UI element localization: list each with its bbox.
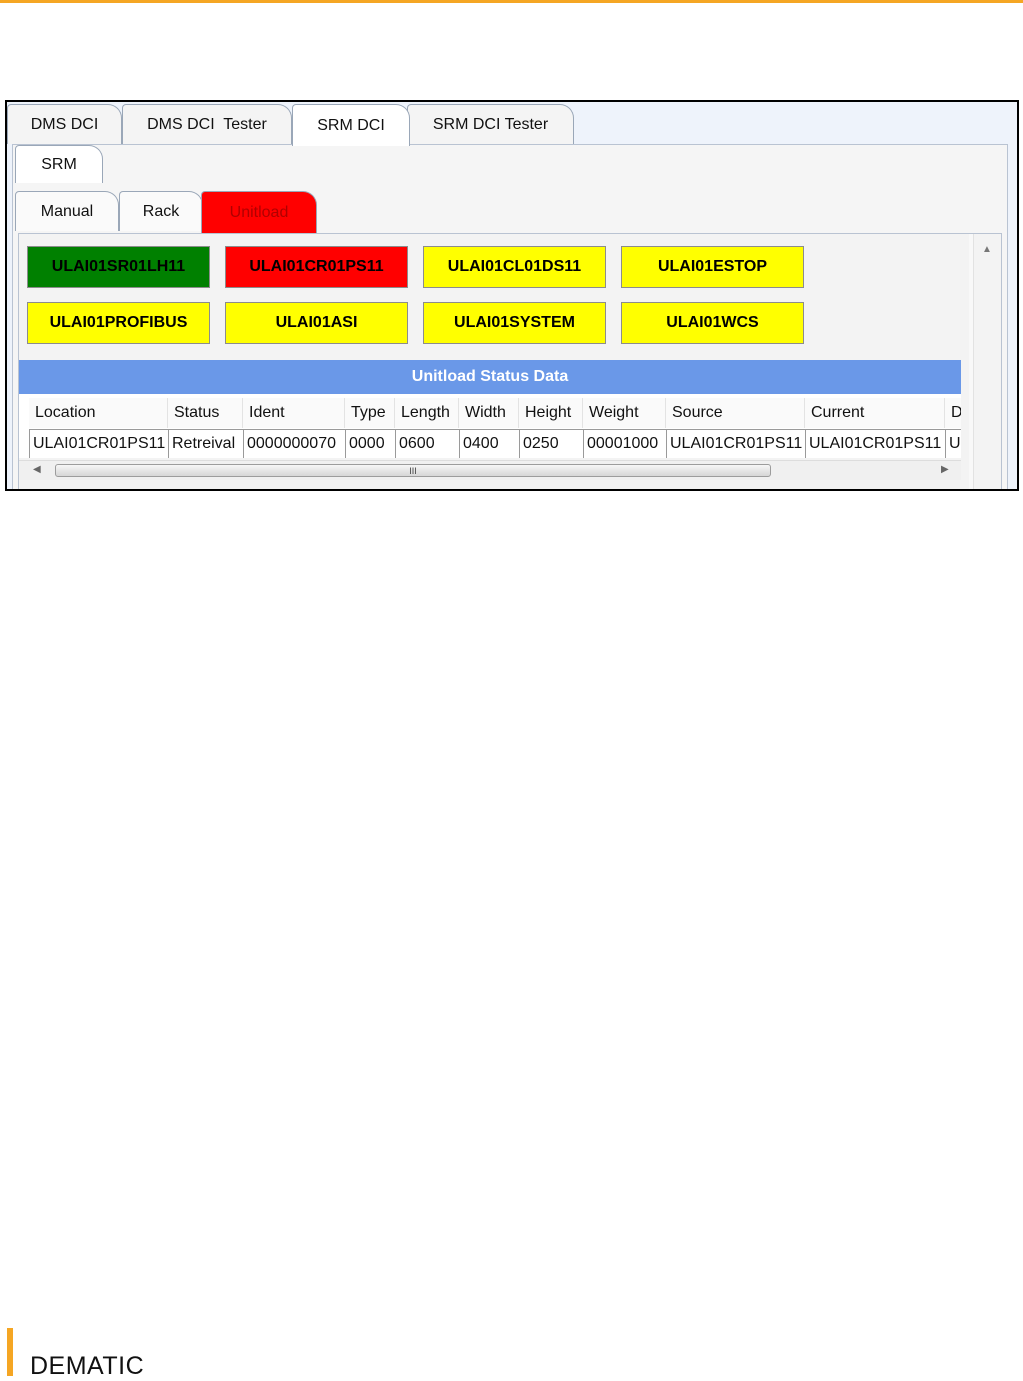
tab-dms-dci[interactable]: DMS DCI	[7, 104, 122, 144]
column-header-source[interactable]: Source	[666, 398, 805, 428]
cell-height: 0250	[519, 429, 583, 458]
status-button-ulai01wcs[interactable]: ULAI01WCS	[621, 302, 804, 344]
cell-ident: 0000000070	[243, 429, 345, 458]
tab-dms-dci-tester[interactable]: DMS DCI Tester	[122, 104, 292, 144]
tab-srm[interactable]: SRM	[15, 145, 103, 183]
tab-label: DMS DCI Tester	[147, 115, 267, 133]
tab-unitload[interactable]: Unitload	[201, 191, 317, 233]
cell-source: ULAI01CR01PS11	[666, 429, 805, 458]
status-button-label: ULAI01ESTOP	[657, 258, 768, 275]
unitload-panel: ULAI01SR01LH11 ULAI01CR01PS11 ULAI01CL01…	[18, 233, 1002, 489]
brand-logo-text: DEMATIC	[30, 1352, 145, 1380]
tab-rack[interactable]: Rack	[119, 191, 203, 231]
status-button-ulai01asi[interactable]: ULAI01ASI	[225, 302, 408, 344]
column-header-length[interactable]: Length	[395, 398, 459, 428]
tab-label: Unitload	[229, 203, 289, 221]
cell-current: ULAI01CR01PS11	[805, 429, 945, 458]
tab-label: SRM	[41, 155, 77, 173]
column-header-height[interactable]: Height	[519, 398, 583, 428]
tab-label: DMS DCI	[30, 115, 99, 133]
srm-dci-panel: SRM Manual Rack Unitload ULAI01SR01LH11 …	[12, 144, 1008, 489]
column-header-type[interactable]: Type	[345, 398, 395, 428]
status-button-ulai01cr01ps11[interactable]: ULAI01CR01PS11	[225, 246, 408, 288]
table-row[interactable]: ULAI01CR01PS11 Retreival 0000000070 0000…	[29, 429, 961, 458]
tab-label: Rack	[142, 202, 180, 220]
status-button-ulai01estop[interactable]: ULAI01ESTOP	[621, 246, 804, 288]
unitload-status-grid: Location Status Ident Type Length Width …	[19, 394, 961, 458]
status-button-ulai01cl01ds11[interactable]: ULAI01CL01DS11	[423, 246, 606, 288]
status-button-label: ULAI01CL01DS11	[447, 258, 582, 275]
cell-status: Retreival	[168, 429, 243, 458]
status-button-ulai01sr01lh11[interactable]: ULAI01SR01LH11	[27, 246, 210, 288]
tab-srm-dci[interactable]: SRM DCI	[292, 104, 410, 146]
tab-manual[interactable]: Manual	[15, 191, 119, 231]
tab-label: SRM DCI	[317, 116, 385, 134]
column-header-status[interactable]: Status	[168, 398, 243, 428]
column-header-location[interactable]: Location	[29, 398, 168, 428]
grid-header-row: Location Status Ident Type Length Width …	[29, 398, 961, 428]
status-button-label: ULAI01SR01LH11	[51, 258, 186, 275]
vertical-scrollbar[interactable]: ▲	[973, 234, 1001, 489]
scroll-left-icon[interactable]: ◀	[33, 464, 41, 475]
status-button-ulai01system[interactable]: ULAI01SYSTEM	[423, 302, 606, 344]
status-button-label: ULAI01SYSTEM	[454, 314, 575, 331]
status-button-label: ULAI01WCS	[666, 314, 759, 331]
unitload-content: ULAI01SR01LH11 ULAI01CR01PS11 ULAI01CL01…	[19, 234, 969, 489]
column-header-weight[interactable]: Weight	[583, 398, 666, 428]
column-header-width[interactable]: Width	[459, 398, 519, 428]
footer-accent-bar	[7, 1328, 13, 1376]
status-button-ulai01profibus[interactable]: ULAI01PROFIBUS	[27, 302, 210, 344]
grid-title: Unitload Status Data	[19, 360, 961, 394]
column-header-ident[interactable]: Ident	[243, 398, 345, 428]
cell-location: ULAI01CR01PS11	[29, 429, 168, 458]
tab-label: Manual	[40, 202, 94, 220]
scroll-thumb-grip: III	[409, 465, 417, 476]
column-header-d[interactable]: D	[945, 398, 961, 428]
scroll-right-icon[interactable]: ▶	[941, 464, 949, 475]
cell-type: 0000	[345, 429, 395, 458]
cell-weight: 00001000	[583, 429, 666, 458]
status-button-label: ULAI01ASI	[275, 314, 358, 331]
horizontal-scrollbar[interactable]: ◀ III ▶	[19, 460, 961, 480]
top-accent-rule	[0, 0, 1023, 3]
scroll-up-icon[interactable]: ▲	[982, 244, 992, 255]
cell-width: 0400	[459, 429, 519, 458]
column-header-current[interactable]: Current	[805, 398, 945, 428]
scroll-thumb[interactable]: III	[55, 464, 771, 477]
cell-d: U	[945, 429, 961, 458]
tab-label: SRM DCI Tester	[432, 115, 549, 133]
status-button-label: ULAI01CR01PS11	[249, 258, 384, 275]
tab-srm-dci-tester[interactable]: SRM DCI Tester	[407, 104, 574, 144]
cell-length: 0600	[395, 429, 459, 458]
status-button-label: ULAI01PROFIBUS	[49, 314, 188, 331]
application-window: DMS DCI DMS DCI Tester SRM DCI SRM DCI T…	[5, 100, 1019, 491]
